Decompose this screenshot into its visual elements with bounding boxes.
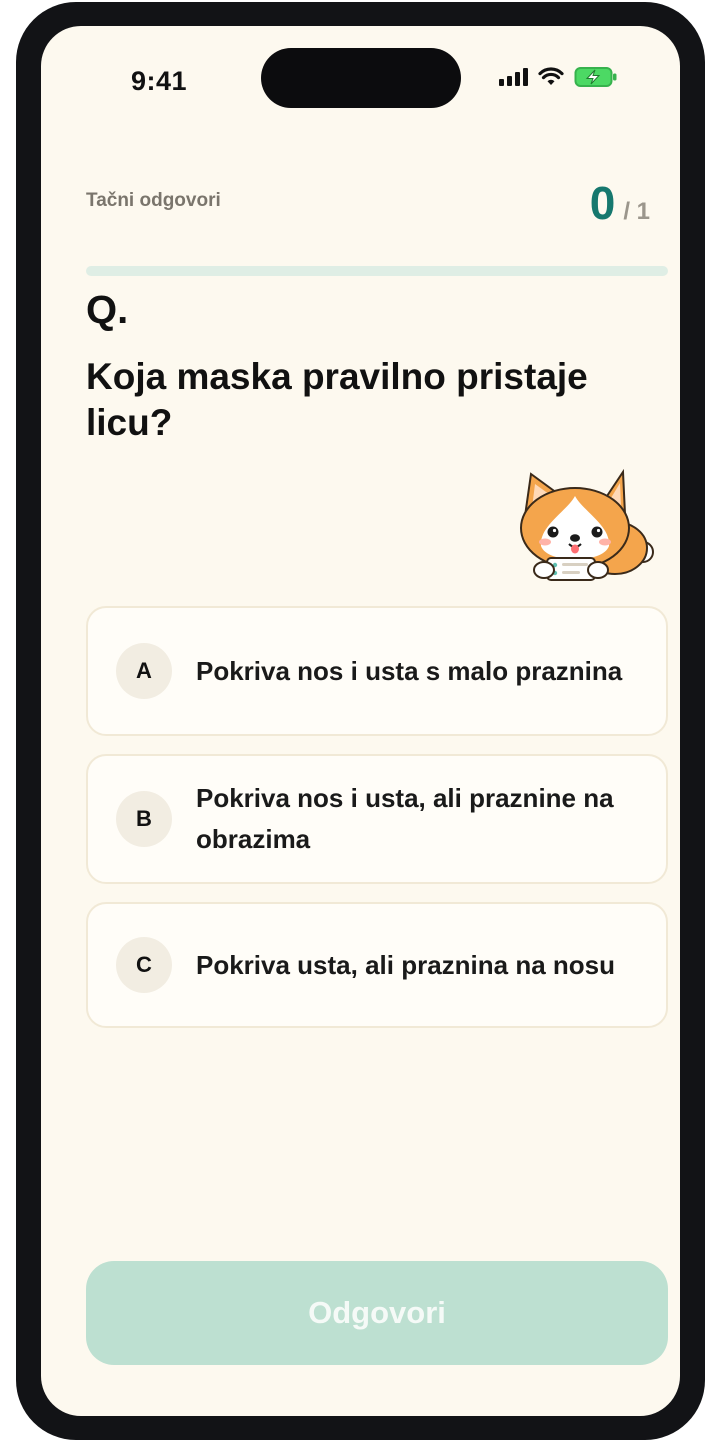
- submit-answer-button[interactable]: Odgovori: [86, 1261, 668, 1365]
- answer-option-b[interactable]: B Pokriva nos i usta, ali praznine na ob…: [86, 754, 668, 884]
- option-letter-badge: A: [116, 643, 172, 699]
- option-text: Pokriva nos i usta s malo praznina: [196, 655, 623, 686]
- cellular-signal-icon: [499, 68, 528, 86]
- app-screen: 9:41 Tačni odgovori 0 / 1 Q. Koja maska …: [41, 26, 680, 1416]
- dynamic-island: [261, 48, 461, 108]
- score-total: / 1: [623, 198, 650, 225]
- answer-option-a[interactable]: A Pokriva nos i usta s malo praznina: [86, 606, 668, 736]
- progress-bar: [86, 266, 668, 276]
- option-letter-badge: C: [116, 937, 172, 993]
- option-letter-badge: B: [116, 791, 172, 847]
- question-marker: Q.: [86, 288, 129, 332]
- option-text: Pokriva usta, ali praznina na nosu: [196, 949, 616, 980]
- option-text: Pokriva nos i usta, ali praznine na obra…: [196, 783, 614, 854]
- score-current: 0: [589, 177, 616, 229]
- battery-charging-icon: [574, 67, 617, 87]
- question-text: Koja maska pravilno pristaje licu?: [86, 356, 588, 443]
- score-counter: 0 / 1: [590, 176, 650, 230]
- status-icons: [499, 66, 618, 88]
- corgi-mascot-illustration: [520, 468, 654, 581]
- phone-frame: 9:41 Tačni odgovori 0 / 1 Q. Koja maska …: [16, 2, 705, 1440]
- status-time: 9:41: [131, 66, 188, 96]
- score-label: Tačni odgovori: [86, 190, 221, 211]
- answer-option-c[interactable]: C Pokriva usta, ali praznina na nosu: [86, 902, 668, 1028]
- wifi-icon: [538, 67, 564, 85]
